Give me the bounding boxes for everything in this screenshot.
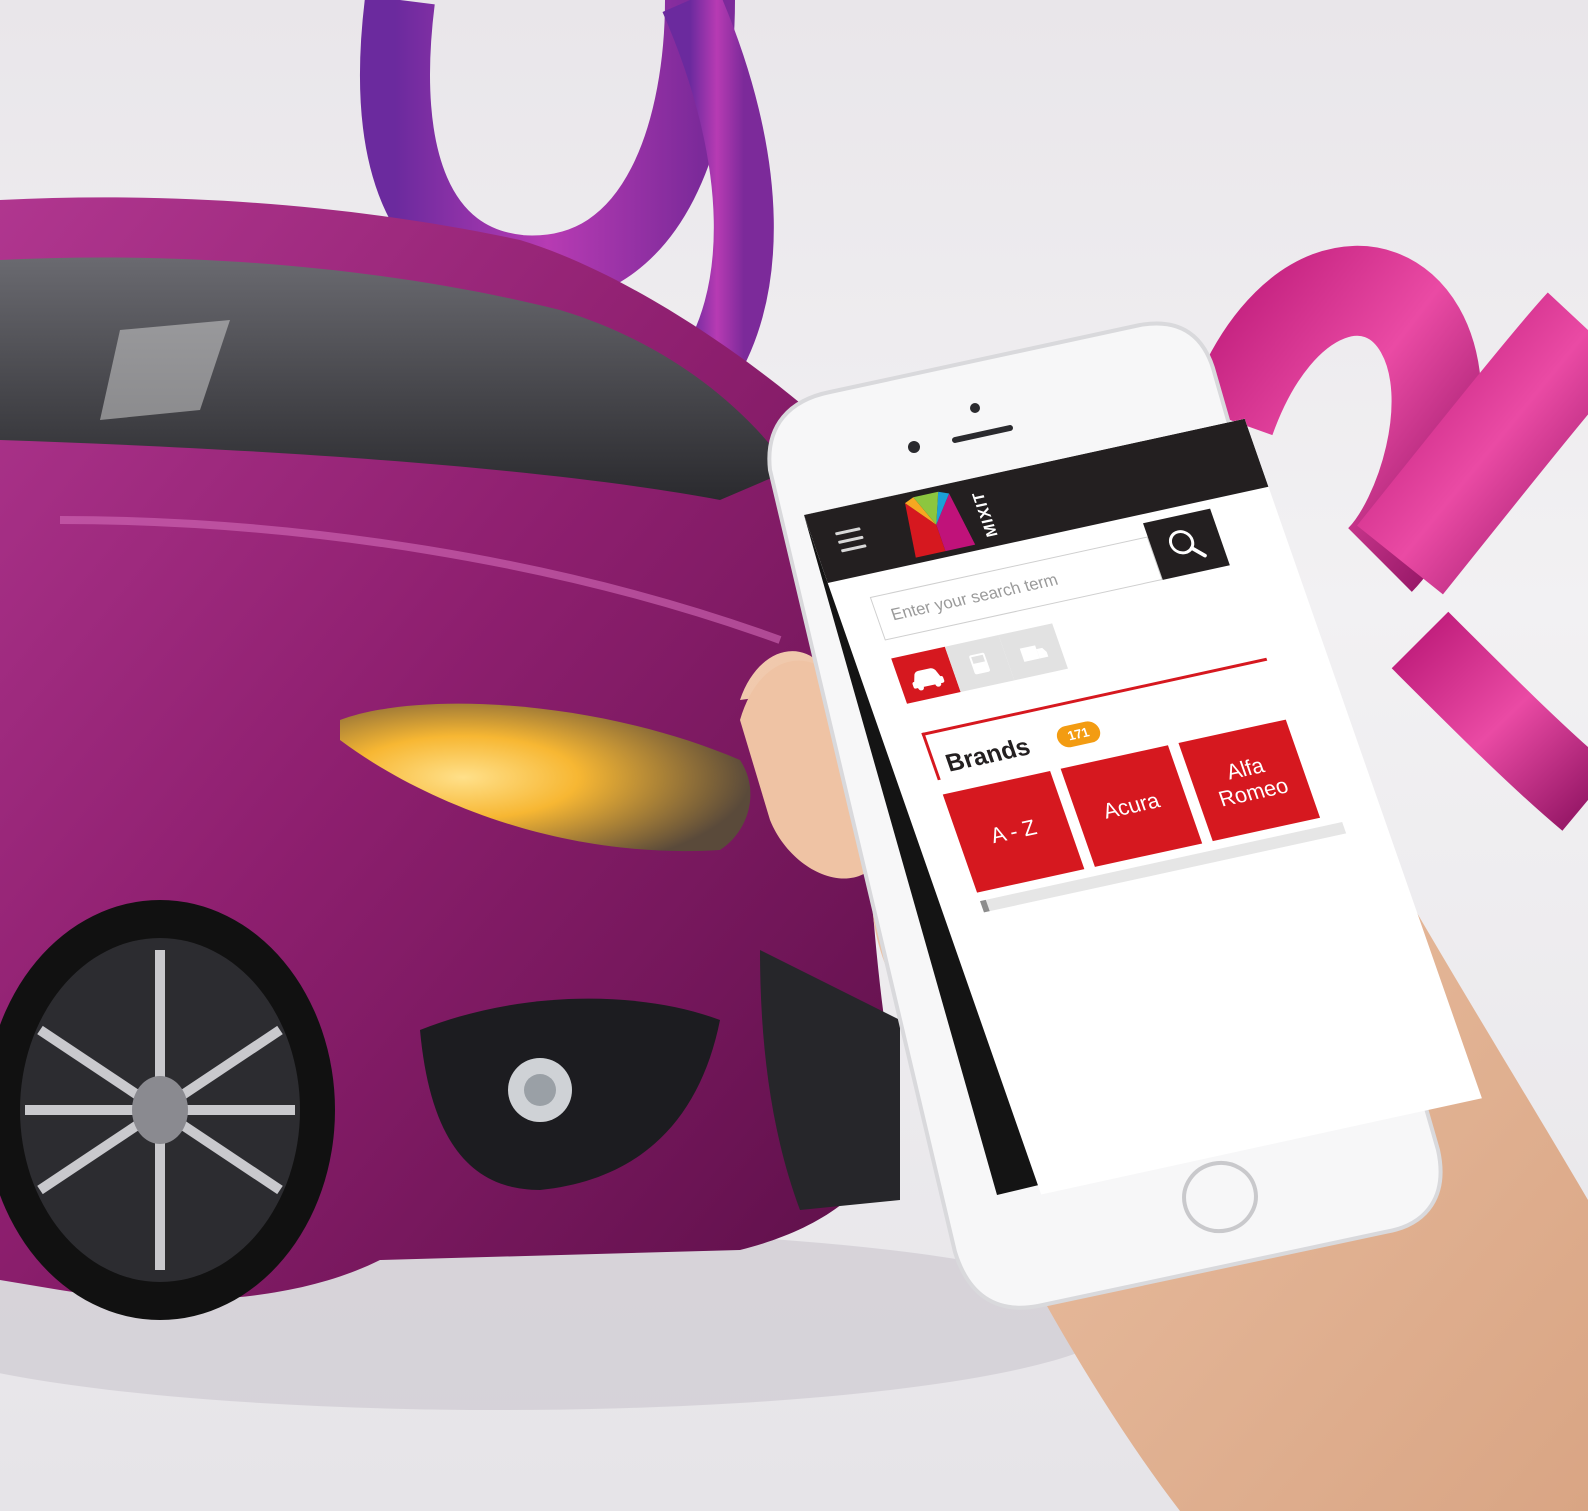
- brand-tile-a-z[interactable]: A - Z: [942, 771, 1085, 893]
- brand-tile-alfa-romeo[interactable]: Alfa Romeo: [1178, 719, 1321, 842]
- logo-text: MIXIT: [969, 489, 1002, 539]
- brand-tile-acura[interactable]: Acura: [1060, 745, 1203, 867]
- hamburger-menu-icon[interactable]: [834, 527, 867, 553]
- section-accent: [921, 732, 941, 781]
- mixit-logo: [905, 491, 976, 558]
- brands-count-badge: 171: [1053, 719, 1104, 750]
- brands-heading: Brands: [942, 732, 1034, 778]
